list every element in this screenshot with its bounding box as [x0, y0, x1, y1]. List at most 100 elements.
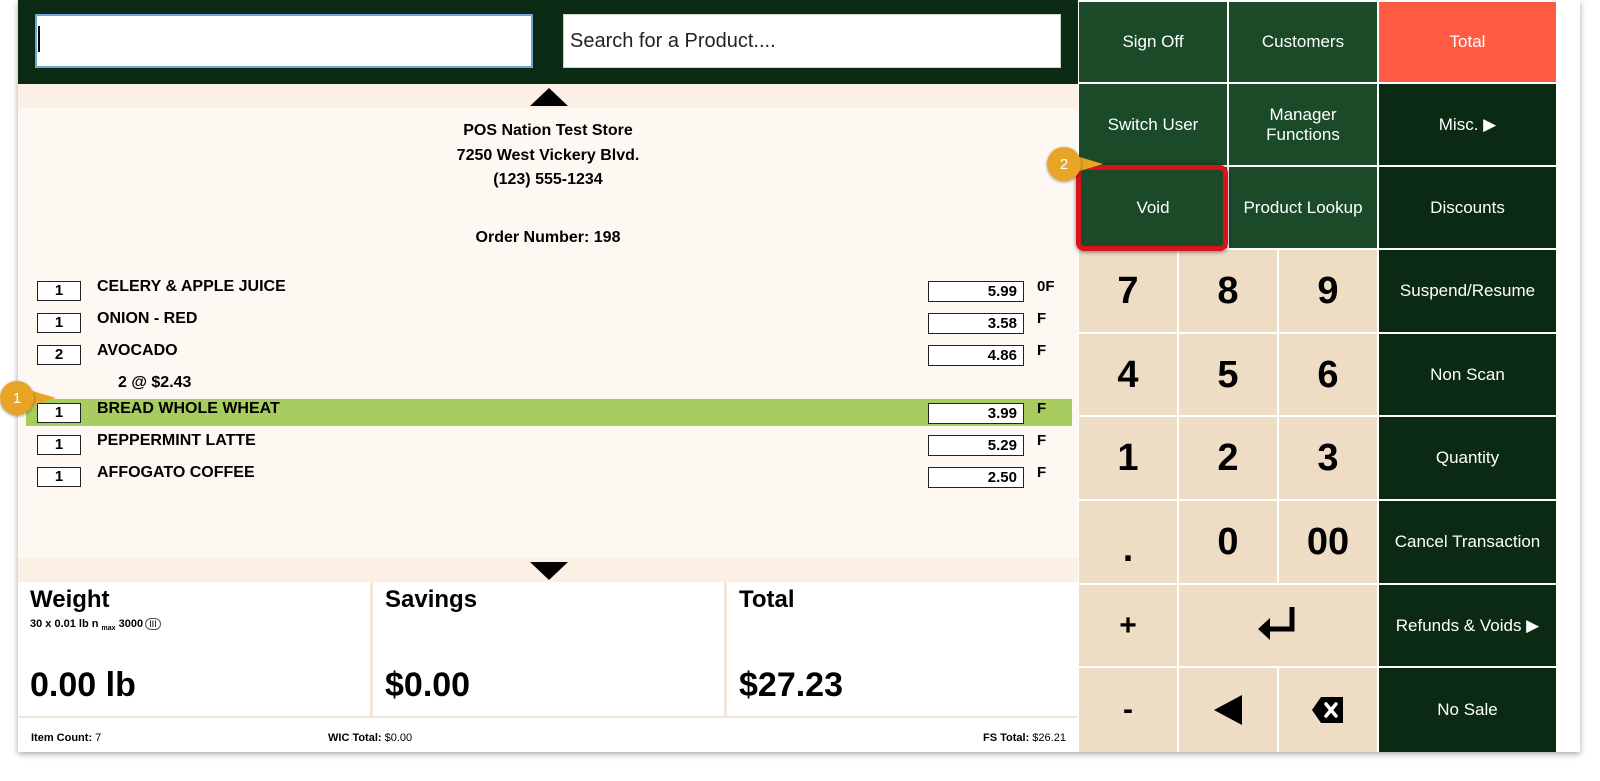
cursor-left-button[interactable]: [1179, 668, 1277, 752]
order-number: Order Number: 198: [475, 229, 621, 246]
wic-total-value: $0.00: [384, 732, 413, 744]
key-4[interactable]: 4: [1079, 334, 1177, 415]
quantity-button[interactable]: Quantity: [1379, 417, 1556, 499]
non-scan-button[interactable]: Non Scan: [1379, 334, 1556, 415]
arrow-left-icon: [1214, 695, 1242, 725]
arrow-up-icon: [530, 88, 568, 106]
receipt-area: POS Nation Test Store 7250 West Vickery …: [18, 108, 1078, 558]
item-qty: 1: [37, 435, 81, 455]
key-8[interactable]: 8: [1179, 250, 1277, 332]
scale-spec: 30 x 0.01 lb n max 3000 III: [30, 618, 161, 632]
key-00[interactable]: 00: [1279, 501, 1377, 583]
customers-button[interactable]: Customers: [1229, 2, 1377, 82]
discounts-button[interactable]: Discounts: [1379, 167, 1556, 248]
refunds-voids-button[interactable]: Refunds & Voids ▶: [1379, 585, 1556, 666]
scan-input[interactable]: [35, 14, 533, 68]
item-name: AVOCADO: [97, 342, 178, 359]
line-item-selected[interactable]: 1 BREAD WHOLE WHEAT 3.99 F: [26, 399, 1072, 426]
fs-total: FS Total: $26.21: [983, 732, 1066, 744]
item-tax-flag: 0F: [1037, 278, 1055, 295]
callout-number: 1: [0, 381, 34, 415]
order-panel: POS Nation Test Store 7250 West Vickery …: [18, 0, 1079, 752]
item-tax-flag: F: [1037, 432, 1047, 449]
product-lookup-button[interactable]: Product Lookup: [1229, 167, 1377, 248]
suspend-resume-button[interactable]: Suspend/Resume: [1379, 250, 1556, 332]
item-name: BREAD WHOLE WHEAT: [97, 400, 280, 417]
wic-total: WIC Total: $0.00: [328, 732, 412, 744]
misc-button[interactable]: Misc. ▶: [1379, 84, 1556, 165]
item-tax-flag: F: [1037, 400, 1047, 417]
weight-value: 0.00 lb: [30, 666, 136, 704]
item-price: 3.99: [928, 403, 1024, 424]
cancel-transaction-button[interactable]: Cancel Transaction: [1379, 501, 1556, 583]
sign-off-button[interactable]: Sign Off: [1079, 2, 1227, 82]
item-name: ONION - RED: [97, 310, 198, 327]
item-count: Item Count: 7: [31, 732, 101, 744]
totals-footer: Item Count: 7 WIC Total: $0.00 FS Total:…: [18, 716, 1078, 752]
key-6[interactable]: 6: [1279, 334, 1377, 415]
total-value: $27.23: [739, 666, 843, 704]
fs-total-value: $26.21: [1032, 732, 1066, 744]
scale-spec-text: 30 x 0.01 lb n: [30, 618, 102, 630]
scale-class-badge: III: [145, 618, 161, 630]
item-tax-flag: F: [1037, 342, 1047, 359]
key-5[interactable]: 5: [1179, 334, 1277, 415]
item-qty: 1: [37, 467, 81, 487]
item-qty: 1: [37, 313, 81, 333]
fs-total-label: FS Total:: [983, 732, 1030, 744]
enter-button[interactable]: [1179, 585, 1377, 666]
pos-window: POS Nation Test Store 7250 West Vickery …: [0, 0, 1580, 752]
line-item[interactable]: 1 CELERY & APPLE JUICE 5.99 0F: [26, 277, 1072, 304]
item-tax-flag: F: [1037, 464, 1047, 481]
manager-functions-button[interactable]: Manager Functions: [1229, 84, 1377, 165]
line-item[interactable]: 1 AFFOGATO COFFEE 2.50 F: [26, 463, 1072, 490]
item-count-value: 7: [95, 732, 102, 744]
key-0[interactable]: 0: [1179, 501, 1277, 583]
store-phone: (123) 555-1234: [493, 171, 603, 188]
top-bar: [18, 0, 1078, 84]
item-price: 5.29: [928, 435, 1024, 456]
key-9[interactable]: 9: [1279, 250, 1377, 332]
arrow-down-icon: [530, 562, 568, 580]
key-3[interactable]: 3: [1279, 417, 1377, 499]
scroll-down-button[interactable]: [18, 558, 1078, 582]
backspace-button[interactable]: [1279, 668, 1377, 752]
item-count-label: Item Count:: [31, 732, 93, 744]
key-plus[interactable]: +: [1079, 585, 1177, 666]
callout-number: 2: [1047, 147, 1081, 181]
backspace-icon: [1312, 697, 1343, 723]
store-name: POS Nation Test Store: [463, 122, 633, 139]
no-sale-button[interactable]: No Sale: [1379, 668, 1556, 752]
scale-spec-capacity: 3000: [115, 618, 144, 630]
key-7[interactable]: 7: [1079, 250, 1177, 332]
scroll-up-button[interactable]: [18, 84, 1078, 108]
total-button[interactable]: Total: [1379, 2, 1556, 82]
item-name: AFFOGATO COFFEE: [97, 464, 255, 481]
item-price: 2.50: [928, 467, 1024, 488]
weight-label: Weight: [30, 586, 110, 613]
key-decimal[interactable]: .: [1079, 501, 1177, 583]
key-1[interactable]: 1: [1079, 417, 1177, 499]
scale-spec-max: max: [101, 625, 116, 632]
key-minus[interactable]: -: [1079, 668, 1177, 752]
product-search-input[interactable]: [563, 14, 1061, 68]
line-item[interactable]: 1 PEPPERMINT LATTE 5.29 F: [26, 431, 1072, 458]
store-address: 7250 West Vickery Blvd.: [456, 147, 640, 164]
callout-2: 2: [1047, 147, 1103, 181]
callout-1: 1: [0, 381, 56, 415]
weight-panel: Weight 30 x 0.01 lb n max 3000 III 0.00 l…: [18, 582, 370, 716]
text-caret: [38, 26, 40, 52]
line-item[interactable]: 1 ONION - RED 3.58 F: [26, 309, 1072, 336]
item-qty: 2: [37, 345, 81, 365]
item-price: 5.99: [928, 281, 1024, 302]
keypad: Sign Off Customers Total Switch User Man…: [1078, 0, 1580, 752]
line-item[interactable]: 2 AVOCADO 4.86 F: [26, 341, 1072, 368]
enter-icon: [1258, 606, 1295, 640]
item-price: 4.86: [928, 345, 1024, 366]
savings-panel: Savings $0.00: [373, 582, 725, 716]
key-2[interactable]: 2: [1179, 417, 1277, 499]
total-panel: Total $27.23: [727, 582, 1079, 716]
wic-total-label: WIC Total:: [328, 732, 382, 744]
item-unit-price-detail: 2 @ $2.43: [118, 374, 192, 391]
item-price: 3.58: [928, 313, 1024, 334]
